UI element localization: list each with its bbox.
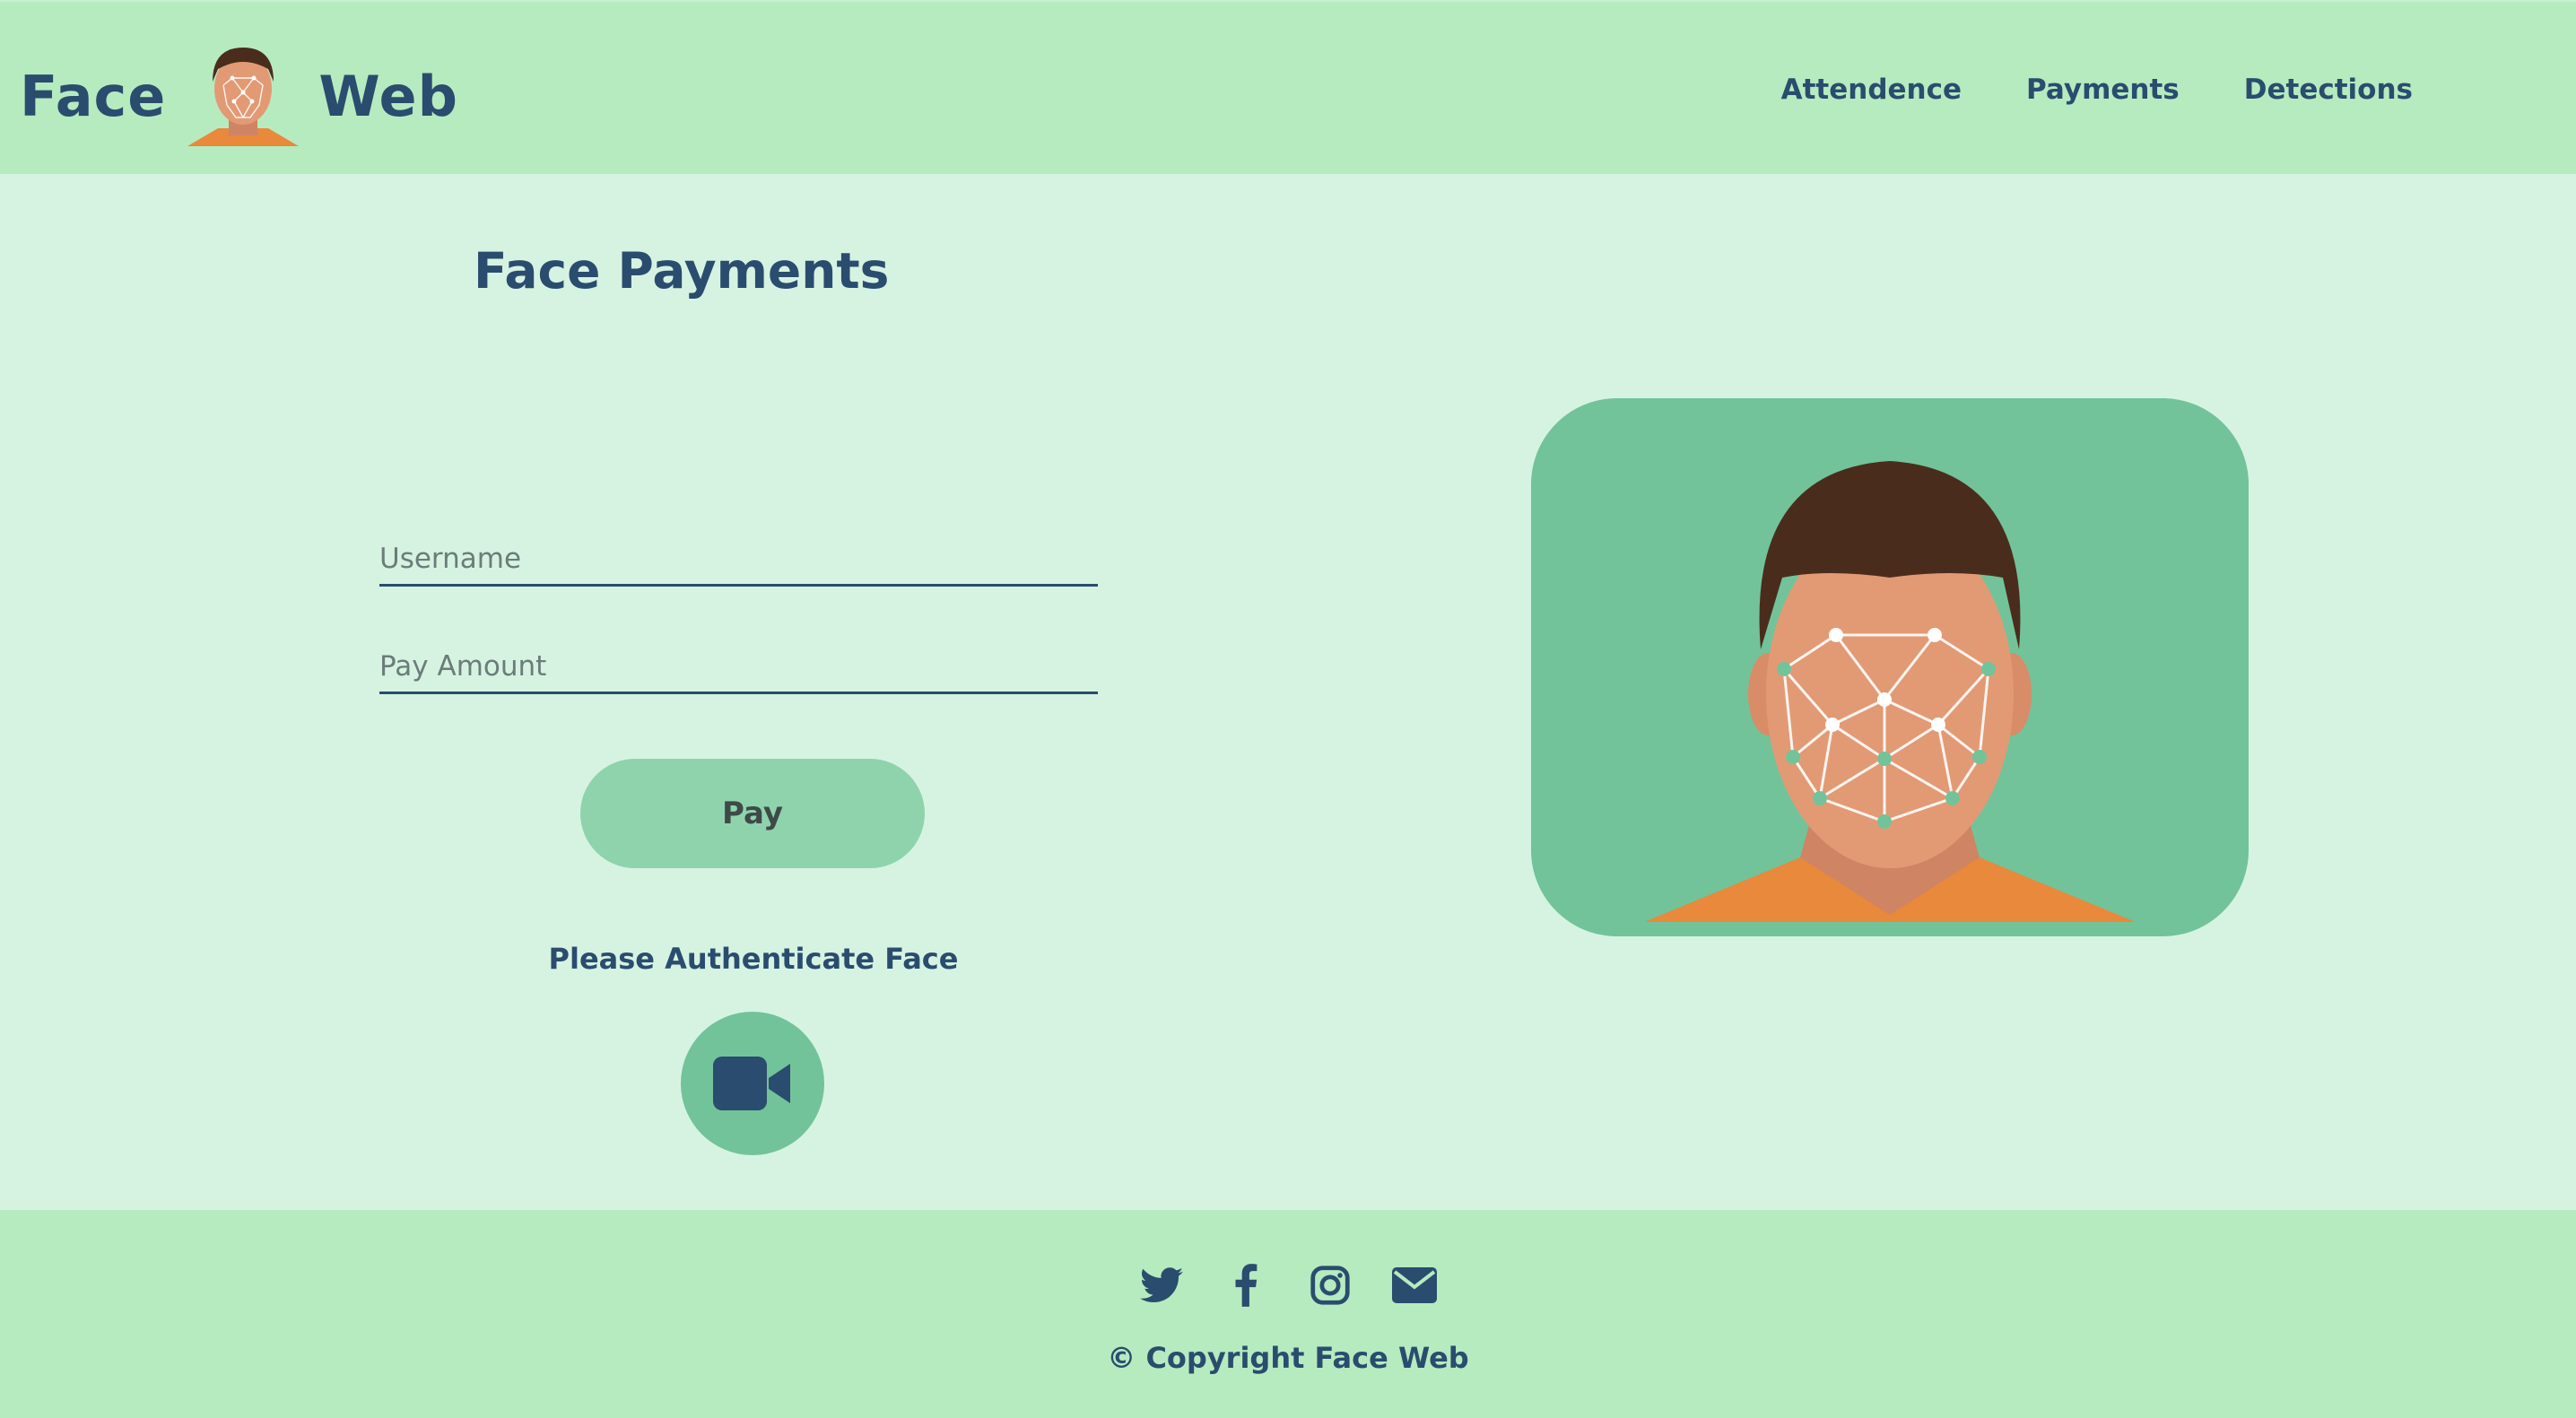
camera-button[interactable] — [681, 1012, 824, 1155]
brand-word-face: Face — [20, 63, 167, 129]
facebook-link[interactable] — [1221, 1260, 1271, 1310]
twitter-link[interactable] — [1136, 1260, 1187, 1310]
main-nav: Attendence Payments Detections — [1781, 74, 2413, 106]
face-recognition-illustration-graphic — [1644, 461, 2136, 922]
nav-link-attendence[interactable]: Attendence — [1781, 74, 1962, 106]
site-footer: © Copyright Face Web — [0, 1210, 2576, 1418]
nav-link-detections[interactable]: Detections — [2244, 74, 2413, 106]
pay-button[interactable]: Pay — [580, 759, 925, 868]
brand-logo-link[interactable]: Face Web — [20, 38, 458, 154]
instagram-link[interactable] — [1305, 1260, 1355, 1310]
facebook-icon — [1235, 1264, 1258, 1307]
copyright-text: © Copyright Face Web — [1107, 1341, 1469, 1375]
instagram-icon — [1310, 1266, 1350, 1305]
pay-amount-input[interactable] — [379, 640, 1098, 694]
envelope-icon — [1392, 1267, 1437, 1303]
twitter-icon — [1140, 1267, 1183, 1302]
face-scan-avatar-icon — [187, 48, 300, 146]
email-link[interactable] — [1389, 1260, 1440, 1310]
social-links — [0, 1260, 2576, 1310]
site-header: Face Web Attendence Payments Detections — [0, 0, 2576, 174]
brand-word-web: Web — [318, 63, 458, 129]
authenticate-prompt: Please Authenticate Face — [548, 942, 959, 976]
face-recognition-illustration — [1531, 398, 2249, 936]
page-title: Face Payments — [474, 242, 890, 300]
username-input[interactable] — [379, 533, 1098, 587]
nav-link-payments[interactable]: Payments — [2026, 74, 2180, 106]
video-camera-icon — [713, 1057, 790, 1110]
